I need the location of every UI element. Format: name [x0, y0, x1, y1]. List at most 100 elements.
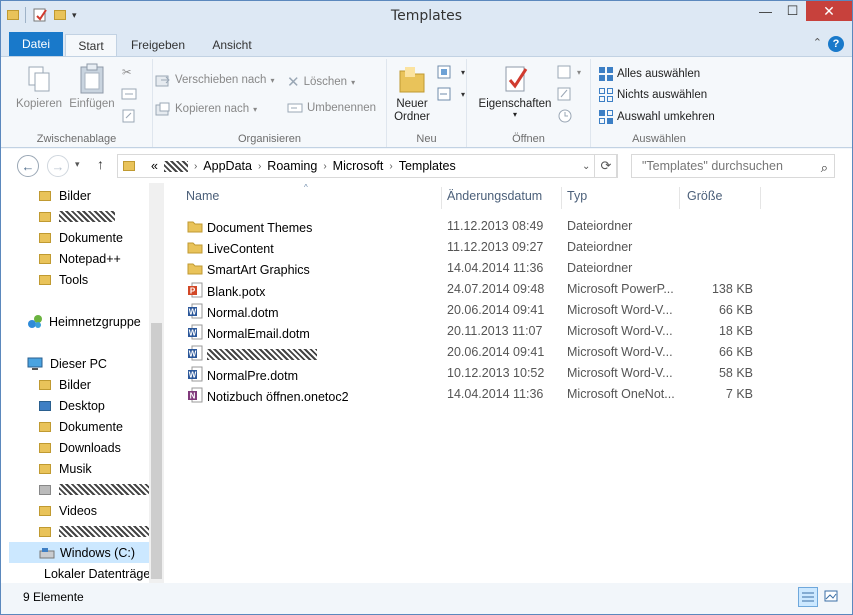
table-row[interactable]: W Normal.dotm 20.06.2014 09:41 Microsoft Wo… — [184, 300, 844, 321]
table-row[interactable]: SmartArt Graphics 14.04.2014 11:36 Dateior… — [184, 258, 844, 279]
paste-button[interactable]: Einfügen — [67, 63, 117, 110]
maximize-button[interactable]: ☐ — [779, 1, 806, 21]
up-button[interactable]: ↑ — [97, 156, 104, 172]
file-name-cell[interactable]: W NormalPre.dotm — [187, 366, 427, 385]
recent-locations-icon[interactable]: ▾ — [75, 159, 80, 170]
nav-item-notepad[interactable]: Notepad++ — [39, 248, 121, 269]
nav-item-redacted-device[interactable] — [39, 479, 149, 500]
edit-icon[interactable] — [557, 87, 573, 101]
tab-view[interactable]: Ansicht — [201, 34, 263, 56]
column-divider[interactable] — [561, 187, 562, 209]
nav-scrollbar[interactable] — [149, 183, 164, 583]
table-row[interactable]: W NormalPre.dotm 10.12.2013 10:52 Microsoft… — [184, 363, 844, 384]
nav-item-pc-bilder[interactable]: Bilder — [39, 374, 91, 395]
new-item-icon[interactable]: ▾ — [437, 65, 465, 79]
chevron-right-icon[interactable]: › — [389, 161, 392, 172]
table-row[interactable]: W 20.06.2014 09:41 Microsoft Word-V... 66 K… — [184, 342, 844, 363]
close-button[interactable]: ✕ — [806, 1, 852, 21]
address-overflow[interactable]: « — [151, 159, 158, 173]
collapse-ribbon-icon[interactable]: ⌃ — [813, 36, 822, 49]
details-view-button[interactable] — [798, 587, 818, 607]
nav-item-tools[interactable]: Tools — [39, 269, 88, 290]
easy-access-icon[interactable]: ▾ — [437, 87, 465, 101]
delete-button[interactable]: ✕ Löschen ▾ — [287, 73, 355, 91]
nav-item-dokumente[interactable]: Dokumente — [39, 227, 123, 248]
nav-item-redacted[interactable] — [39, 206, 115, 227]
back-button[interactable]: ← — [17, 155, 39, 177]
file-name-cell[interactable]: SmartArt Graphics — [187, 261, 427, 278]
refresh-button[interactable]: ⟳ — [594, 154, 618, 178]
paste-shortcut-icon[interactable] — [121, 109, 137, 123]
nav-item-homegroup[interactable]: Heimnetzgruppe — [27, 311, 141, 332]
file-name-cell[interactable]: Document Themes — [187, 219, 427, 236]
select-none-button[interactable]: Nichts auswählen — [599, 88, 707, 102]
file-name-cell[interactable]: P Blank.potx — [187, 282, 427, 301]
nav-label: Tools — [59, 272, 89, 287]
select-none-icon — [599, 88, 613, 102]
tab-start[interactable]: Start — [65, 34, 117, 56]
rename-button[interactable]: Umbenennen — [287, 102, 376, 114]
history-icon[interactable] — [557, 109, 573, 123]
nav-item-local-disk[interactable]: Lokaler Datenträger — [39, 563, 149, 584]
scrollbar-thumb[interactable] — [151, 323, 162, 579]
chevron-right-icon[interactable]: › — [323, 161, 326, 172]
forward-button[interactable]: → — [47, 155, 69, 177]
move-to-button[interactable]: Verschieben nach ▾ — [155, 73, 274, 87]
new-folder-button[interactable]: Neuer Ordner — [391, 63, 433, 124]
move-to-label: Verschieben nach — [175, 74, 267, 86]
properties-dropdown-icon[interactable]: ▾ — [475, 110, 555, 119]
table-row[interactable]: P Blank.potx 24.07.2014 09:48 Microsoft Pow… — [184, 279, 844, 300]
nav-item-videos[interactable]: Videos — [39, 500, 97, 521]
redacted-crumb[interactable] — [163, 160, 188, 172]
nav-item-pc-dokumente[interactable]: Dokumente — [39, 416, 123, 437]
column-divider[interactable] — [441, 187, 442, 209]
help-icon[interactable]: ? — [828, 36, 844, 52]
table-row[interactable]: LiveContent 11.12.2013 09:27 Dateiordner — [184, 237, 844, 258]
tab-share[interactable]: Freigeben — [123, 34, 193, 56]
file-name-cell[interactable]: W NormalEmail.dotm — [187, 324, 427, 343]
copy-path-icon[interactable] — [121, 87, 137, 101]
tab-file[interactable]: Datei — [9, 32, 63, 56]
column-divider[interactable] — [679, 187, 680, 209]
nav-item-windows-c[interactable]: Windows (C:) — [9, 542, 149, 563]
table-row[interactable]: N Notizbuch öffnen.onetoc2 14.04.2014 11:3… — [184, 384, 844, 405]
nav-item-bilder[interactable]: Bilder — [39, 185, 91, 206]
crumb-templates[interactable]: Templates — [399, 159, 456, 173]
table-row[interactable]: W NormalEmail.dotm 20.11.2013 11:07 Microso… — [184, 321, 844, 342]
minimize-button[interactable]: — — [752, 1, 779, 21]
column-header-type[interactable]: Typ — [567, 189, 587, 203]
nav-item-downloads[interactable]: Downloads — [39, 437, 121, 458]
address-bar[interactable]: « › AppData › Roaming › Microsoft › Temp… — [117, 154, 617, 178]
cut-icon[interactable]: ✂ — [122, 65, 132, 79]
column-header-name[interactable]: Name — [186, 189, 219, 203]
search-icon[interactable]: ⌕ — [821, 157, 828, 179]
select-all-button[interactable]: Alles auswählen — [599, 67, 700, 81]
nav-item-desktop[interactable]: Desktop — [39, 395, 105, 416]
table-row[interactable]: Document Themes 11.12.2013 08:49 Dateiordn… — [184, 216, 844, 237]
nav-item-musik[interactable]: Musik — [39, 458, 92, 479]
column-divider[interactable] — [760, 187, 761, 209]
file-name: Document Themes — [207, 220, 313, 235]
title-bar: ▾ Templates — ☐ ✕ — [1, 1, 852, 32]
column-header-date[interactable]: Änderungsdatum — [447, 189, 542, 203]
chevron-right-icon[interactable]: › — [194, 161, 197, 172]
file-name-cell[interactable]: W Normal.dotm — [187, 303, 427, 322]
open-icon[interactable]: ▾ — [557, 65, 581, 79]
crumb-microsoft[interactable]: Microsoft — [333, 159, 384, 173]
copy-to-button[interactable]: Kopieren nach ▾ — [155, 102, 257, 116]
search-input[interactable]: "Templates" durchsuchen ⌕ — [631, 154, 835, 178]
column-header-size[interactable]: Größe — [687, 189, 722, 203]
invert-selection-button[interactable]: Auswahl umkehren — [599, 110, 715, 124]
nav-item-redacted-folder[interactable] — [39, 521, 149, 542]
properties-button[interactable]: Eigenschaften ▾ — [475, 63, 555, 119]
chevron-right-icon[interactable]: › — [258, 161, 261, 172]
file-name-cell[interactable]: W — [187, 345, 427, 364]
nav-item-this-pc[interactable]: Dieser PC — [27, 353, 107, 374]
crumb-appdata[interactable]: AppData — [203, 159, 252, 173]
file-name-cell[interactable]: LiveContent — [187, 240, 427, 257]
crumb-roaming[interactable]: Roaming — [267, 159, 317, 173]
copy-button[interactable]: Kopieren — [15, 65, 63, 110]
large-icons-view-button[interactable] — [822, 587, 842, 607]
file-name-cell[interactable]: N Notizbuch öffnen.onetoc2 — [187, 387, 427, 406]
chevron-down-icon[interactable]: ⌄ — [582, 161, 590, 172]
